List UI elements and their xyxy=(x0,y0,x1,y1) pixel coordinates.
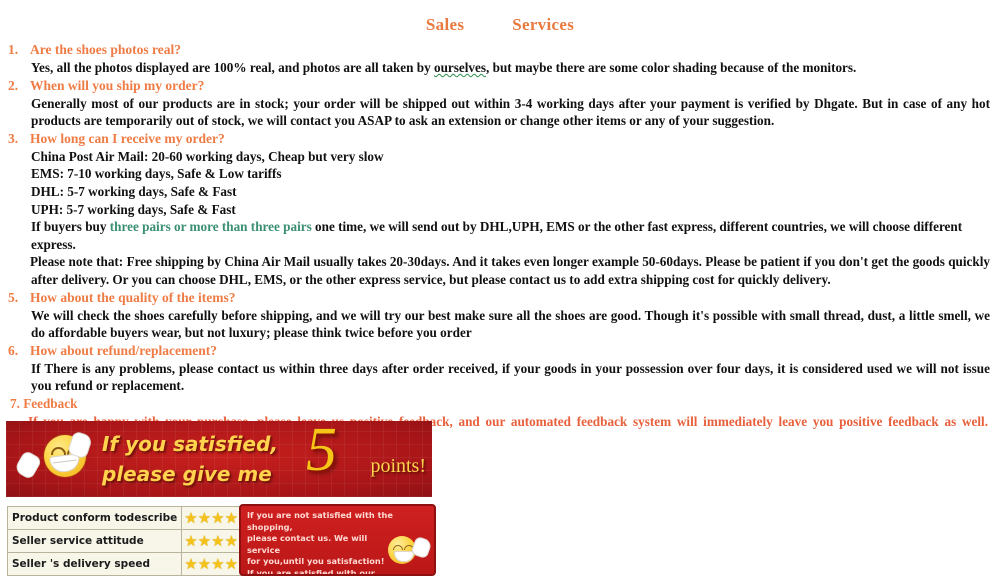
banner-points-label: points! xyxy=(370,455,426,477)
faq-number-5: 5. xyxy=(8,289,19,305)
satisfaction-banner: If you satisfied, please give me 5 point… xyxy=(6,421,432,497)
faq-question-3: 3. How long can I receive my order? xyxy=(6,130,994,148)
feedback-heading: 7. Feedback xyxy=(10,395,78,411)
faq-question-text-5: How about the quality of the items? xyxy=(30,289,236,305)
faq-item-1: 1. Are the shoes photos real? Yes, all th… xyxy=(6,41,994,77)
smiley-eye-left xyxy=(51,447,66,455)
faq-item-3: 3. How long can I receive my order? China… xyxy=(6,130,994,254)
faq-answer-1-pre: Yes, all the photos displayed are 100% r… xyxy=(31,60,434,75)
banner-big-number: 5 xyxy=(306,421,337,484)
faq-answer-3-green: three pairs or more than three pairs xyxy=(109,219,312,235)
star-icon: ★ xyxy=(211,531,225,550)
notice-text-block: If you are not satisfied with the shoppi… xyxy=(241,506,403,576)
faq-item-2: 2. When will you ship my order? Generally… xyxy=(6,77,994,130)
rating-table: Product conform todescribe ★★★★★ Seller … xyxy=(6,506,255,576)
star-icon: ★ xyxy=(197,554,212,573)
faq-item-4: 4.Please note that: Free shipping by Chi… xyxy=(6,253,994,288)
satisfaction-notice-box: If you are not satisfied with the shoppi… xyxy=(239,504,436,576)
shipping-option-uph: UPH: 5-7 working days, Safe & Fast xyxy=(31,201,236,217)
faq-number-3: 3. xyxy=(8,130,19,146)
star-icon: ★ xyxy=(211,554,225,573)
faq-number-2: 2. xyxy=(8,77,19,93)
star-icon: ★ xyxy=(184,554,198,573)
star-icon: ★ xyxy=(197,531,212,550)
faq-answer-1-post: , but maybe there are some color shading… xyxy=(486,60,857,75)
table-row: Product conform todescribe ★★★★★ xyxy=(6,506,255,530)
title-word-services: Services xyxy=(512,15,575,34)
faq-question-text-1: Are the shoes photos real? xyxy=(30,42,181,57)
faq-answer-1-emphasis: ourselves xyxy=(434,60,487,75)
notice-line-4: If you are satisfied with our products, xyxy=(247,567,375,576)
faq-item-6: 6. How about refund/replacement? If There… xyxy=(6,342,994,395)
faq-number-6: 6. xyxy=(8,342,19,358)
faq-answer-5: We will check the shoes carefully before… xyxy=(31,307,990,341)
faq-question-text-3: How long can I receive my order? xyxy=(30,130,225,146)
faq-question-text-6: How about refund/replacement? xyxy=(30,342,217,358)
faq-number-1: 1. xyxy=(8,42,19,57)
faq-question-5: 5. How about the quality of the items? xyxy=(6,289,994,307)
star-icon: ★ xyxy=(224,554,239,573)
thumb-left-icon xyxy=(13,449,43,481)
faq-question-text-2: When will you ship my order? xyxy=(30,77,205,93)
faq-question-6: 6. How about refund/replacement? xyxy=(6,342,994,360)
faq-answer-3-pre: If buyers buy xyxy=(31,219,110,235)
star-icon: ★ xyxy=(211,508,225,527)
rating-label-delivery-speed: Seller 's delivery speed xyxy=(6,552,183,576)
faq-note-4: 4.Please note that: Free shipping by Chi… xyxy=(6,253,994,288)
table-row: Seller 's delivery speed ★★★★★ xyxy=(6,552,255,576)
rating-label-service-attitude: Seller service attitude xyxy=(6,529,183,553)
faq-item-5: 5. How about the quality of the items? We… xyxy=(6,289,994,342)
faq-question-2: 2. When will you ship my order? xyxy=(6,77,994,95)
shipping-option-ems: EMS: 7-10 working days, Safe & Low tarif… xyxy=(31,166,282,182)
star-icon: ★ xyxy=(184,508,198,527)
notice-line-1: If you are not satisfied with the shoppi… xyxy=(247,510,393,532)
notice-line-3: for you,until you satisfaction! xyxy=(247,556,385,567)
notice-line-2: please contact us. We will service xyxy=(247,533,368,555)
faq-list: 1. Are the shoes photos real? Yes, all th… xyxy=(0,41,1000,431)
page-title: Sales Services xyxy=(0,0,1000,41)
faq-answer-2: Generally most of our products are in st… xyxy=(31,95,990,129)
shipping-option-china-post: China Post Air Mail: 20-60 working days,… xyxy=(31,148,384,164)
faq-number-4: 4. xyxy=(6,253,30,271)
star-icon: ★ xyxy=(197,508,212,527)
faq-note-text-4: Please note that: Free shipping by China… xyxy=(30,254,990,287)
rating-label-product-conform: Product conform todescribe xyxy=(6,506,183,530)
faq-question-1: 1. Are the shoes photos real? xyxy=(6,41,994,59)
shipping-option-dhl: DHL: 5-7 working days, Safe & Fast xyxy=(31,183,237,199)
star-icon: ★ xyxy=(224,508,239,527)
title-word-sales: Sales xyxy=(425,15,465,34)
thumbs-up-smiley-icon xyxy=(13,430,94,483)
banner-background: If you satisfied, please give me 5 point… xyxy=(6,421,432,497)
star-icon: ★ xyxy=(224,531,239,550)
faq-answer-1: Yes, all the photos displayed are 100% r… xyxy=(6,59,994,77)
star-icon: ★ xyxy=(184,531,198,550)
faq-answer-6: If There is any problems, please contact… xyxy=(31,360,990,394)
table-row: Seller service attitude ★★★★★ xyxy=(6,529,255,553)
faq-answer-3-closing: If buyers buy three pairs or more than t… xyxy=(6,218,994,253)
